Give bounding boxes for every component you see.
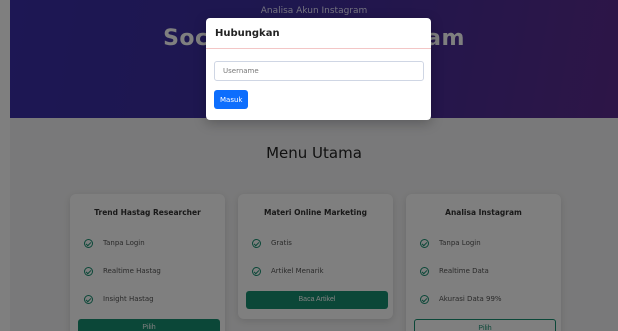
modal-header: Hubungkan: [206, 18, 431, 49]
modal-body: Masuk: [206, 49, 431, 118]
connect-modal: Hubungkan Masuk: [206, 18, 431, 120]
modal-title: Hubungkan: [215, 27, 280, 39]
login-button[interactable]: Masuk: [214, 90, 249, 109]
username-input[interactable]: [214, 61, 424, 81]
